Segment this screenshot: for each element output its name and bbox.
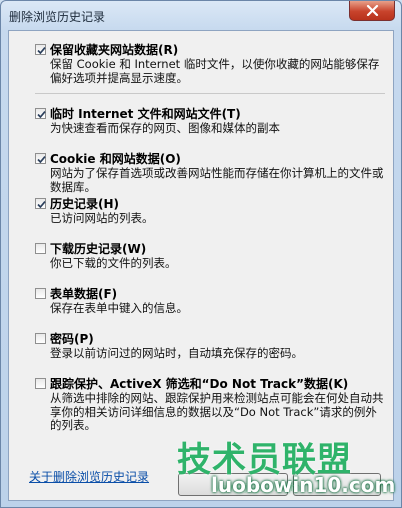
option-description: 为快速查看而保存的网页、图像和媒体的副本: [50, 121, 280, 135]
option-description: 从筛选中排除的网站、跟踪保护用来检测站点可能会在何处自动共享你的相关访问详细信息…: [50, 391, 384, 432]
checkmark-icon: [37, 201, 46, 209]
option-label: 历史记录(H): [50, 197, 120, 211]
dialog-window: 删除浏览历史记录 保留收藏夹网站数据(R) 保留 Cookie 和 Intern…: [0, 0, 402, 508]
option-label: 表单数据(F): [50, 287, 118, 301]
checkbox[interactable]: [35, 108, 46, 119]
option-label: 临时 Internet 文件和网站文件(T): [50, 107, 241, 121]
about-link[interactable]: 关于删除浏览历史记录: [29, 468, 149, 485]
title-bar[interactable]: 删除浏览历史记录: [1, 1, 401, 29]
separator: [35, 93, 385, 94]
close-icon: [366, 5, 379, 16]
watermark-domain: luobowin10.com: [211, 473, 396, 497]
close-button[interactable]: [349, 1, 395, 21]
checkbox[interactable]: [35, 198, 46, 209]
checkbox[interactable]: [35, 378, 46, 389]
option-description: 保存在表单中键入的信息。: [50, 301, 188, 315]
option-description: 已访问网站的列表。: [50, 211, 154, 225]
checkbox[interactable]: [35, 44, 46, 55]
option-description: 登录以前访问过的网站时，自动填充保存的密码。: [50, 346, 303, 360]
checkbox[interactable]: [35, 243, 46, 254]
dialog-content: 保留收藏夹网站数据(R) 保留 Cookie 和 Internet 临时文件，以…: [8, 30, 394, 501]
option-label: Cookie 和网站数据(O): [50, 152, 181, 166]
checkmark-icon: [37, 156, 46, 164]
option-label: 下载历史记录(W): [50, 242, 147, 256]
option-description: 你已下载的文件的列表。: [50, 256, 177, 270]
option-description: 网站为了保存首选项或改善网站性能而存储在你计算机上的文件或数据库。: [50, 166, 384, 194]
option-description: 保留 Cookie 和 Internet 临时文件，以使你收藏的网站能够保存偏好…: [50, 57, 380, 85]
window-title: 删除浏览历史记录: [9, 10, 106, 24]
checkbox[interactable]: [35, 288, 46, 299]
option-label: 保留收藏夹网站数据(R): [50, 43, 179, 57]
checkbox[interactable]: [35, 333, 46, 344]
checkmark-icon: [37, 47, 46, 55]
option-label: 密码(P): [50, 332, 94, 346]
option-label: 跟踪保护、ActiveX 筛选和“Do Not Track”数据(K): [50, 377, 349, 391]
checkbox[interactable]: [35, 153, 46, 164]
checkmark-icon: [37, 111, 46, 119]
